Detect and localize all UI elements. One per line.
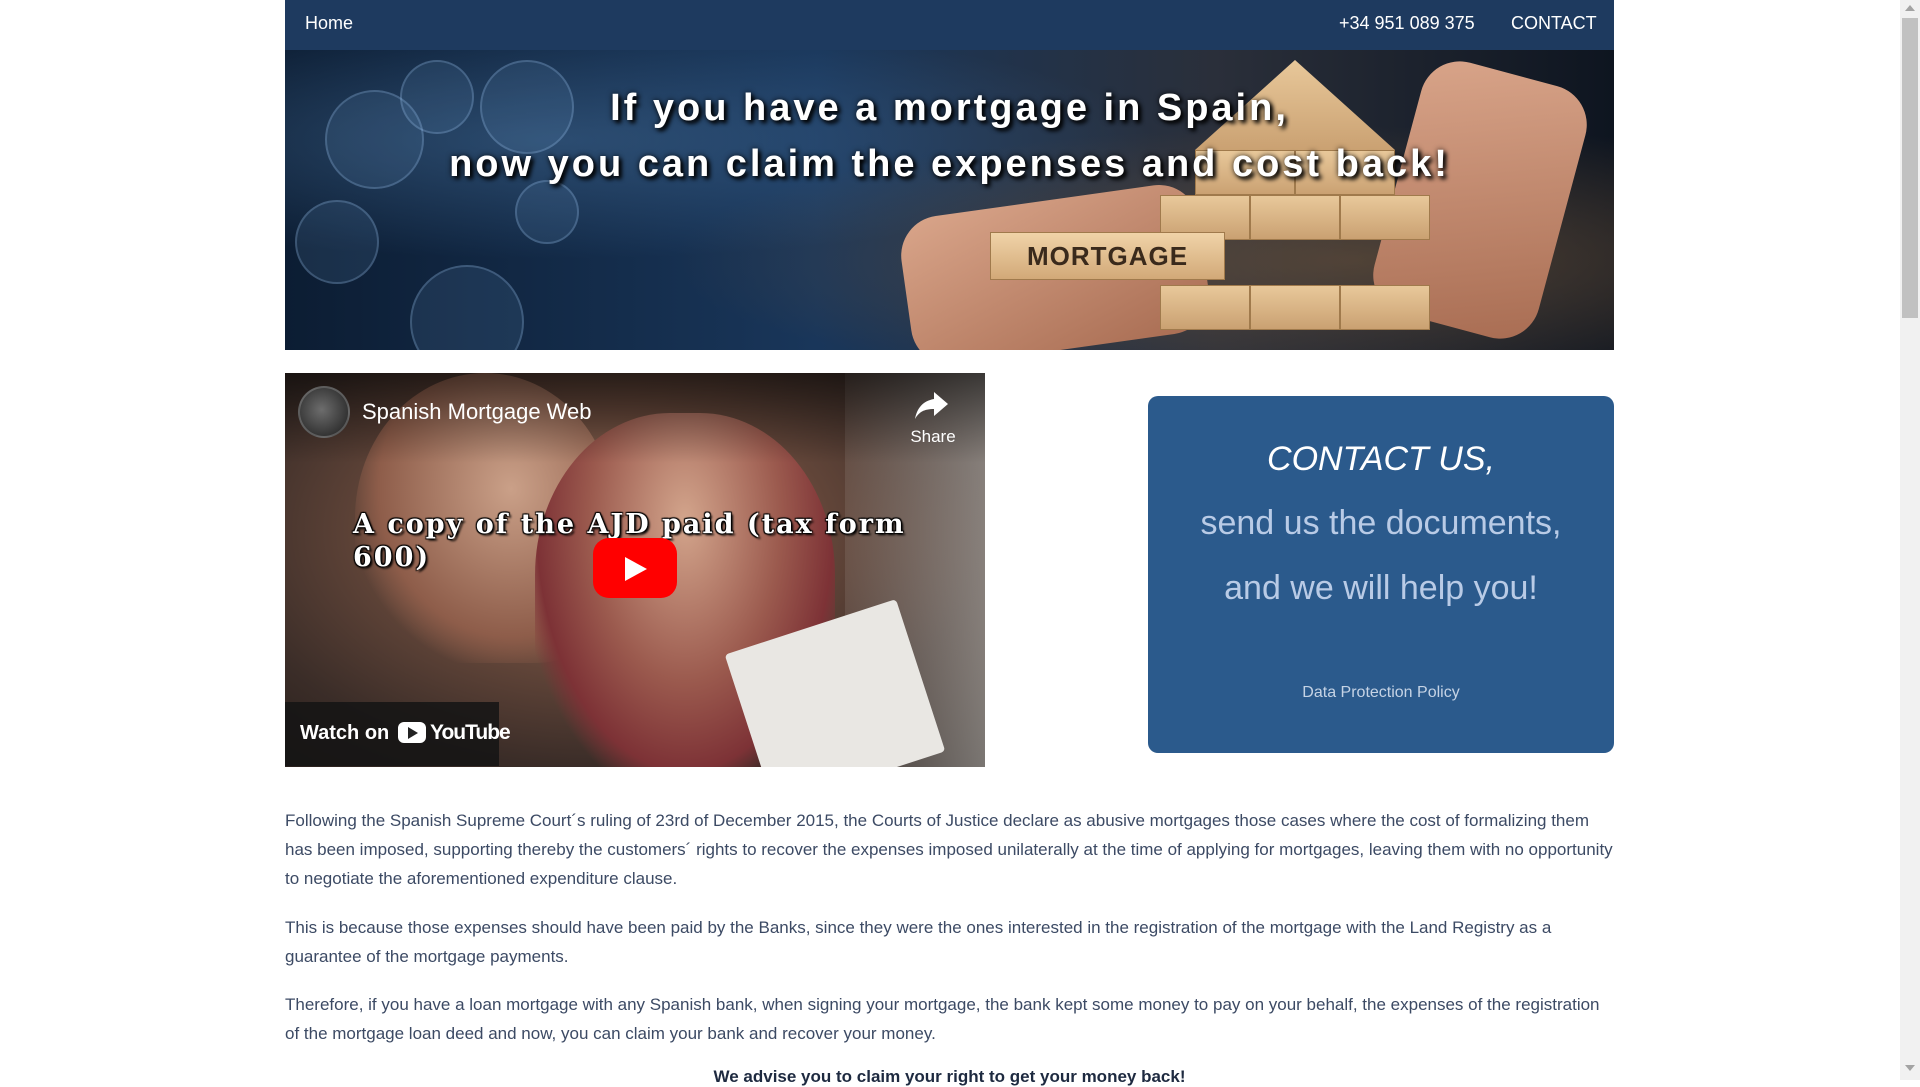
nav-phone-link[interactable]: +34 951 089 375 — [1339, 13, 1475, 34]
data-protection-policy-link[interactable]: Data Protection Policy — [1148, 684, 1614, 702]
top-navbar: Home +34 951 089 375 CONTACT — [285, 0, 1614, 50]
mortgage-block-label: MORTGAGE — [990, 232, 1225, 280]
nav-contact-link[interactable]: CONTACT — [1511, 13, 1597, 34]
bokeh-decoration — [410, 265, 524, 350]
scrollbar-thumb[interactable] — [1902, 18, 1918, 318]
body-paragraph-1: Following the Spanish Supreme Court´s ru… — [285, 811, 1613, 888]
contact-heading: CONTACT US, — [1267, 440, 1495, 478]
share-button-label[interactable]: Share — [905, 427, 961, 447]
hero-headline-line-2: now you can claim the expenses and cost … — [449, 143, 1450, 185]
nav-home-link[interactable]: Home — [305, 13, 353, 34]
bokeh-decoration — [295, 200, 379, 284]
youtube-logo-icon — [398, 722, 426, 743]
contact-line-3: and we will help you! — [1224, 569, 1538, 607]
youtube-wordmark: YouTube — [430, 721, 511, 744]
bokeh-decoration — [515, 180, 579, 244]
body-paragraph-2: This is because those expenses should ha… — [285, 918, 1552, 966]
share-icon[interactable] — [912, 388, 952, 424]
hero-banner: MORTGAGE If you have a mortgage in Spain… — [285, 50, 1614, 350]
contact-line-2: send us the documents, — [1200, 504, 1562, 542]
scroll-up-arrow-icon[interactable] — [1905, 5, 1915, 11]
scroll-down-arrow-icon[interactable] — [1905, 1065, 1915, 1071]
youtube-video-embed[interactable]: Spanish Mortgage Web Share A copy of the… — [285, 373, 985, 767]
channel-avatar-icon[interactable] — [298, 386, 350, 438]
contact-us-box[interactable]: CONTACT US, send us the documents, and w… — [1148, 396, 1614, 753]
watch-on-youtube-button[interactable]: Watch on YouTube — [285, 702, 511, 766]
body-paragraph-3: Therefore, if you have a loan mortgage w… — [285, 995, 1600, 1043]
page-container: Home +34 951 089 375 CONTACT MORTGAGE If… — [285, 0, 1614, 1086]
play-button[interactable] — [593, 538, 677, 598]
video-channel-title[interactable]: Spanish Mortgage Web — [362, 399, 592, 425]
play-icon — [625, 557, 647, 581]
advise-callout: We advise you to claim your right to get… — [713, 1067, 1186, 1086]
watch-on-label: Watch on — [300, 722, 390, 744]
hero-headline-line-1: If you have a mortgage in Spain, — [610, 87, 1289, 129]
